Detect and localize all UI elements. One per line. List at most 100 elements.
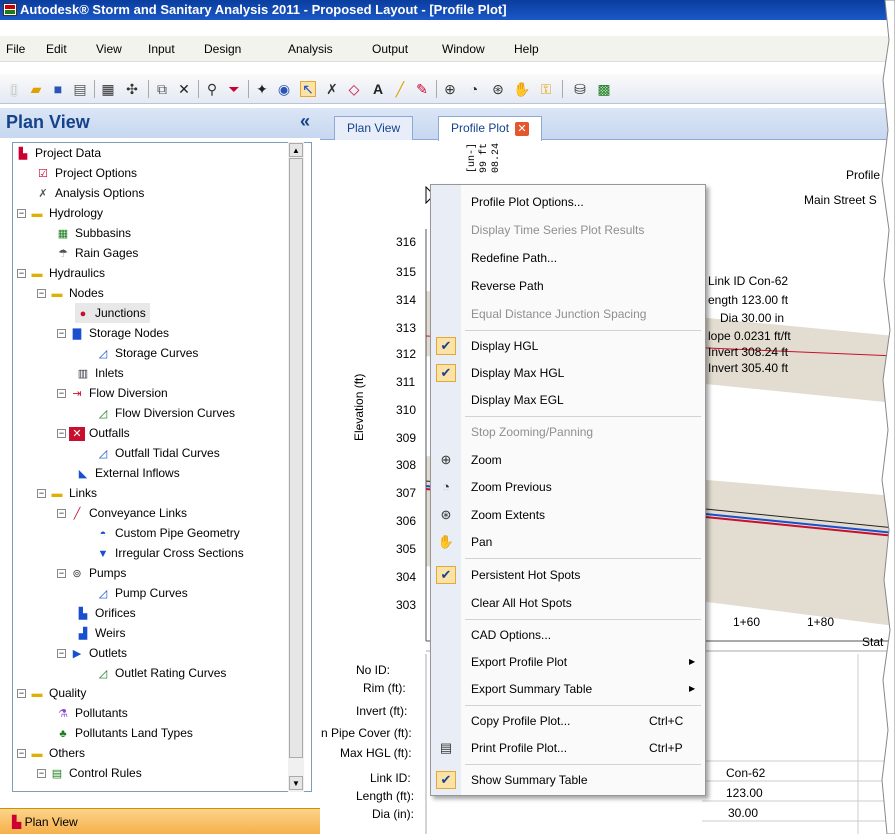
menu-item-zoom-previous[interactable]: ◔ Zoom Previous: [431, 474, 705, 500]
new-icon[interactable]: ▯: [6, 81, 22, 97]
menu-output[interactable]: Output: [372, 42, 408, 56]
tree-item-irregular-cross-sections[interactable]: ▼ Irregular Cross Sections: [95, 543, 244, 563]
text-icon[interactable]: A: [370, 81, 386, 97]
save-icon[interactable]: ■: [50, 81, 66, 97]
collapse-toggle[interactable]: −: [57, 329, 66, 338]
menu-item-display-max-hgl[interactable]: ✔ Display Max HGL: [431, 360, 705, 386]
collapse-toggle[interactable]: −: [37, 289, 46, 298]
menu-item-zoom[interactable]: ⊕ Zoom: [431, 447, 705, 473]
menu-item-export-profile-plot[interactable]: Export Profile Plot ▶: [431, 649, 705, 675]
tree-item-subbasins[interactable]: ▦ Subbasins: [55, 223, 131, 243]
menu-edit[interactable]: Edit: [46, 42, 67, 56]
scroll-up-icon[interactable]: ▲: [289, 143, 303, 157]
tree-item-pollutants-land-types[interactable]: ♣ Pollutants Land Types: [55, 723, 192, 743]
tree-item-control-rules[interactable]: ▤ Control Rules: [49, 763, 142, 783]
tree-item-storage-nodes[interactable]: ▇ Storage Nodes: [69, 323, 169, 343]
close-icon[interactable]: ✕: [515, 122, 530, 136]
zoom-in-icon[interactable]: ⊕: [442, 81, 458, 97]
collapse-toggle[interactable]: −: [57, 509, 66, 518]
menu-item-display-max-egl[interactable]: Display Max EGL: [431, 387, 705, 413]
tree-item-external-inflows[interactable]: ◣ External Inflows: [75, 463, 180, 483]
tools-icon[interactable]: ✗: [324, 81, 340, 97]
menu-item-pan[interactable]: ✋ Pan: [431, 529, 705, 555]
menu-analysis[interactable]: Analysis: [288, 42, 333, 56]
menu-item-display-hgl[interactable]: ✔ Display HGL: [431, 333, 705, 359]
tree-item-storage-curves[interactable]: ◿ Storage Curves: [95, 343, 199, 363]
print-icon[interactable]: ▤: [72, 81, 88, 97]
menu-item-print-profile-plot[interactable]: ▤ Print Profile Plot... Ctrl+P: [431, 735, 705, 761]
menu-item-zoom-extents[interactable]: ⊛ Zoom Extents: [431, 502, 705, 528]
menu-file[interactable]: File: [6, 42, 25, 56]
menu-item-profile-plot-options[interactable]: Profile Plot Options...: [431, 189, 705, 215]
menu-window[interactable]: Window: [442, 42, 485, 56]
help-icon[interactable]: ◉: [276, 81, 292, 97]
collapse-toggle[interactable]: −: [57, 569, 66, 578]
tree-item-outfalls[interactable]: ✕ Outfalls: [69, 423, 130, 443]
collapse-panel-button[interactable]: «: [300, 111, 310, 132]
tree-item-flow-diversion[interactable]: ⇥ Flow Diversion: [69, 383, 167, 403]
scroll-thumb[interactable]: [289, 158, 303, 758]
tree-item-outfall-tidal-curves[interactable]: ◿ Outfall Tidal Curves: [95, 443, 220, 463]
tree-item-rain-gages[interactable]: ☂ Rain Gages: [55, 243, 138, 263]
spreadsheet-icon[interactable]: ▩: [596, 81, 612, 97]
collapse-toggle[interactable]: −: [57, 429, 66, 438]
zoom-extents-icon[interactable]: ⊛: [490, 81, 506, 97]
collapse-toggle[interactable]: −: [57, 649, 66, 658]
open-icon[interactable]: ▰: [28, 81, 44, 97]
menu-help[interactable]: Help: [514, 42, 539, 56]
collapse-toggle[interactable]: −: [17, 269, 26, 278]
network-icon[interactable]: ⛁: [572, 81, 588, 97]
tree-item-analysis-options[interactable]: ✗ Analysis Options: [35, 183, 144, 203]
plan-view-bottom-tab[interactable]: ▙ Plan View: [0, 808, 320, 834]
find-icon[interactable]: ⚲: [204, 81, 220, 97]
menu-design[interactable]: Design: [204, 42, 241, 56]
menu-input[interactable]: Input: [148, 42, 175, 56]
copy-icon[interactable]: ⧉: [154, 81, 170, 97]
tree-item-hydrology[interactable]: ▬ Hydrology: [29, 203, 104, 223]
menu-item-export-summary-table[interactable]: Export Summary Table ▶: [431, 676, 705, 702]
filter-icon[interactable]: ⏷: [226, 81, 242, 97]
collapse-toggle[interactable]: −: [17, 209, 26, 218]
tree-item-nodes[interactable]: ▬ Nodes: [49, 283, 104, 303]
menu-view[interactable]: View: [96, 42, 122, 56]
measure-icon[interactable]: ╱: [392, 81, 408, 97]
menu-item-show-summary-table[interactable]: ✔ Show Summary Table: [431, 767, 705, 793]
collapse-toggle[interactable]: −: [37, 489, 46, 498]
tree-item-inlets[interactable]: ▥ Inlets: [75, 363, 124, 383]
menu-item-redefine-path[interactable]: Redefine Path...: [431, 245, 705, 271]
collapse-toggle[interactable]: −: [17, 689, 26, 698]
collapse-toggle[interactable]: −: [17, 749, 26, 758]
scroll-down-icon[interactable]: ▼: [289, 776, 303, 790]
tree-item-orifices[interactable]: ▙ Orifices: [75, 603, 136, 623]
tab-profile-plot[interactable]: Profile Plot ✕: [438, 116, 543, 141]
zoom-previous-icon[interactable]: ◔: [466, 81, 482, 97]
collapse-toggle[interactable]: −: [57, 389, 66, 398]
menu-item-cad-options[interactable]: CAD Options...: [431, 622, 705, 648]
polygon-icon[interactable]: ◇: [346, 81, 362, 97]
menu-item-clear-hot-spots[interactable]: Clear All Hot Spots: [431, 590, 705, 616]
menu-item-persistent-hot-spots[interactable]: ✔ Persistent Hot Spots: [431, 562, 705, 588]
tree-item-links[interactable]: ▬ Links: [49, 483, 98, 503]
collapse-toggle[interactable]: −: [37, 769, 46, 778]
tree-item-pollutants[interactable]: ⚗ Pollutants: [55, 703, 128, 723]
tree-item-project-options[interactable]: ☑ Project Options: [35, 163, 137, 183]
lock-icon[interactable]: ⚿: [538, 81, 554, 97]
tree-item-pump-curves[interactable]: ◿ Pump Curves: [95, 583, 188, 603]
tree-item-others[interactable]: ▬ Others: [29, 743, 86, 763]
tree-item-hydraulics[interactable]: ▬ Hydraulics: [29, 263, 106, 283]
tree-item-junctions[interactable]: ● Junctions: [75, 303, 150, 323]
tree-item-pumps[interactable]: ⊚ Pumps: [69, 563, 126, 583]
tree-item-project-data[interactable]: ▙ Project Data: [15, 143, 101, 163]
menu-item-copy-profile-plot[interactable]: Copy Profile Plot... Ctrl+C: [431, 708, 705, 734]
menu-item-reverse-path[interactable]: Reverse Path: [431, 273, 705, 299]
calculator-icon[interactable]: ▦: [100, 81, 116, 97]
crosshair-icon[interactable]: ✣: [124, 81, 140, 97]
run-icon[interactable]: ✦: [254, 81, 270, 97]
tree-item-custom-pipe-geometry[interactable]: ◓ Custom Pipe Geometry: [95, 523, 240, 543]
pan-icon[interactable]: ✋: [513, 81, 530, 97]
tree-item-flow-diversion-curves[interactable]: ◿ Flow Diversion Curves: [95, 403, 235, 423]
delete-icon[interactable]: ✕: [176, 81, 192, 97]
tree-item-quality[interactable]: ▬ Quality: [29, 683, 87, 703]
tab-plan-view[interactable]: Plan View: [334, 116, 414, 140]
select-icon[interactable]: ↖: [300, 81, 316, 97]
